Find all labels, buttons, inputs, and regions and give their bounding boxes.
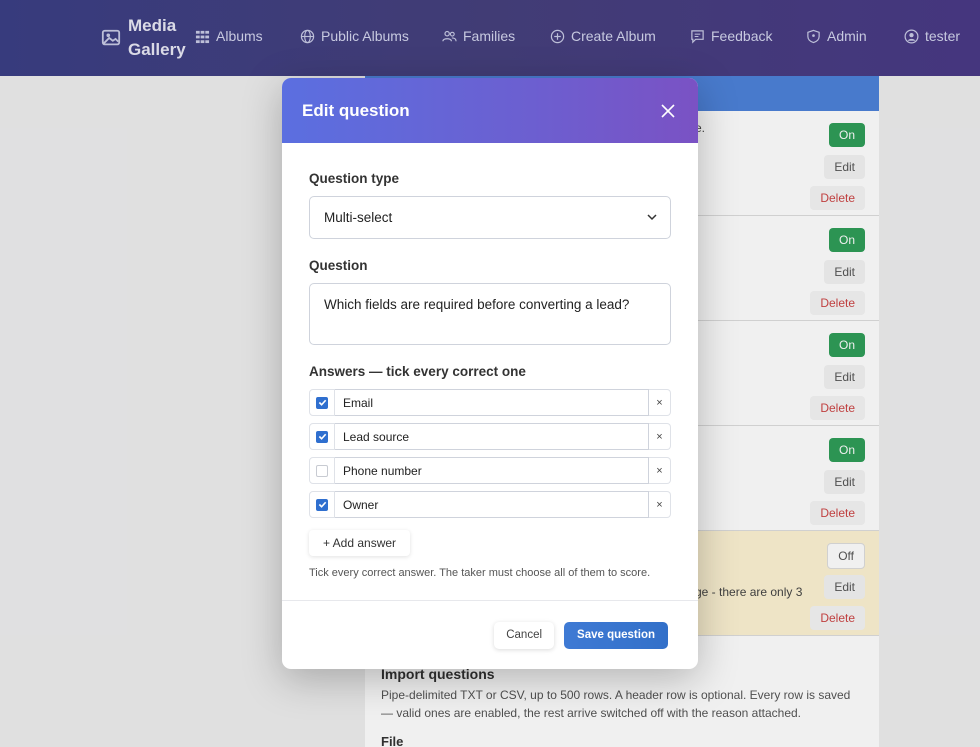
answers-label: Answers — tick every correct one	[309, 364, 526, 379]
answer-checkbox[interactable]	[309, 491, 335, 518]
checkbox-unchecked	[316, 464, 328, 477]
check-icon	[318, 399, 326, 406]
answer-row: Phone number ×	[309, 457, 671, 484]
question-type-value: Multi-select	[324, 210, 393, 225]
check-icon	[318, 433, 326, 440]
save-question-button[interactable]: Save question	[564, 621, 668, 649]
checkbox-checked	[316, 498, 328, 511]
chevron-down-icon	[647, 214, 657, 221]
answer-input[interactable]: Email	[335, 389, 649, 416]
answer-input[interactable]: Phone number	[335, 457, 649, 484]
check-icon	[318, 501, 326, 508]
remove-answer-button[interactable]: ×	[649, 389, 671, 416]
question-type-select[interactable]: Multi-select	[309, 196, 671, 239]
answer-row: Lead source ×	[309, 423, 671, 450]
hint-text: Tick every correct answer. The taker mus…	[309, 567, 651, 579]
close-button[interactable]	[656, 99, 680, 123]
answer-checkbox[interactable]	[309, 457, 335, 484]
answer-row: Email ×	[309, 389, 671, 416]
checkbox-checked	[316, 430, 328, 443]
modal-body: Question type Multi-select Question Whic…	[282, 143, 698, 579]
modal-header: Edit question	[282, 78, 698, 143]
question-type-label: Question type	[309, 171, 400, 186]
answer-input[interactable]: Lead source	[335, 423, 649, 450]
remove-answer-button[interactable]: ×	[649, 491, 671, 518]
answer-row: Owner ×	[309, 491, 671, 518]
remove-answer-button[interactable]: ×	[649, 423, 671, 450]
answer-checkbox[interactable]	[309, 389, 335, 416]
question-textarea[interactable]: Which fields are required before convert…	[309, 283, 671, 345]
modal-footer: Cancel Save question	[282, 600, 698, 669]
edit-question-modal: Edit question Question type Multi-select…	[282, 78, 698, 669]
question-label: Question	[309, 258, 368, 273]
checkbox-checked	[316, 396, 328, 409]
add-answer-button[interactable]: + Add answer	[309, 530, 411, 556]
answer-checkbox[interactable]	[309, 423, 335, 450]
modal-title: Edit question	[302, 100, 410, 120]
answer-input[interactable]: Owner	[335, 491, 649, 518]
close-icon	[661, 103, 675, 118]
cancel-button[interactable]: Cancel	[494, 621, 555, 649]
remove-answer-button[interactable]: ×	[649, 457, 671, 484]
